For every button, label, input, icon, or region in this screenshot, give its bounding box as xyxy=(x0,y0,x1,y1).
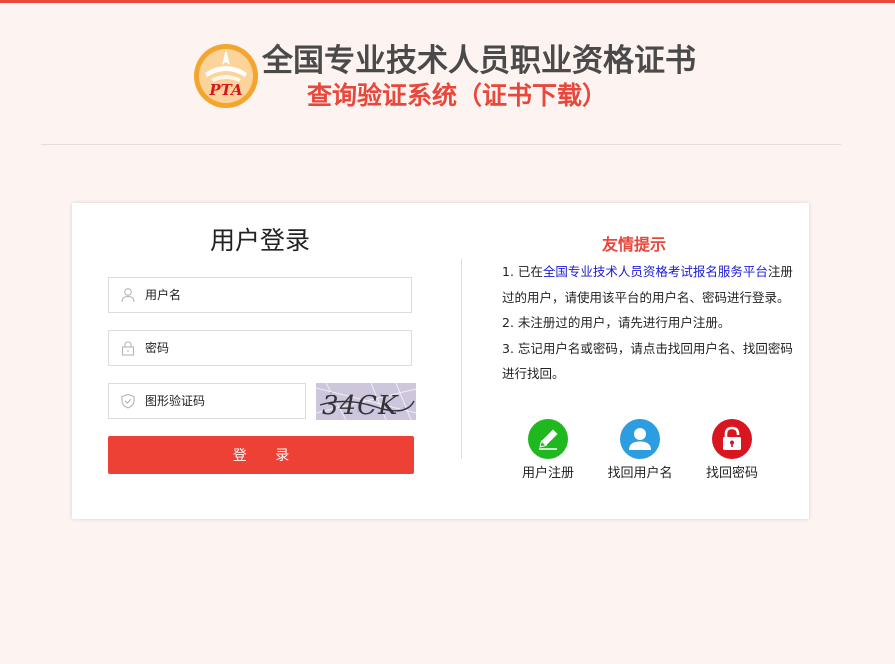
tips-content: 1. 已在全国专业技术人员资格考试报名服务平台注册过的用户，请使用该平台的用户名… xyxy=(502,259,794,387)
lock-icon xyxy=(712,419,752,459)
captcha-text: 34CK xyxy=(322,391,399,420)
page-header: PTA 全国专业技术人员职业资格证书 查询验证系统（证书下载） xyxy=(0,0,895,145)
pta-logo: PTA xyxy=(194,44,258,108)
tips-title: 友情提示 xyxy=(601,235,666,254)
login-button[interactable]: 登 录 xyxy=(108,436,414,474)
platform-link[interactable]: 全国专业技术人员资格考试报名服务平台 xyxy=(543,264,768,279)
shield-check-icon xyxy=(121,393,135,409)
recover-password-button[interactable]: 找回密码 xyxy=(687,419,777,481)
tip-1-prefix: 1. 已在 xyxy=(502,264,543,279)
header-divider xyxy=(41,144,841,145)
page-subtitle: 查询验证系统（证书下载） xyxy=(307,81,608,110)
login-title: 用户登录 xyxy=(210,226,311,255)
logo-text: PTA xyxy=(208,81,242,99)
captcha-field xyxy=(108,383,306,419)
tip-3: 3. 忘记用户名或密码，请点击找回用户名、找回密码进行找回。 xyxy=(502,340,793,382)
register-label: 用户注册 xyxy=(521,466,574,481)
login-card: 用户登录 34CK xyxy=(72,203,809,519)
captcha-image[interactable]: 34CK xyxy=(316,383,416,420)
password-field xyxy=(108,330,412,366)
recover-username-button[interactable]: 找回用户名 xyxy=(595,419,685,481)
recover-password-label: 找回密码 xyxy=(705,466,758,481)
password-input[interactable] xyxy=(145,331,405,365)
username-field xyxy=(108,277,412,313)
pencil-icon xyxy=(528,419,568,459)
username-input[interactable] xyxy=(145,278,405,312)
lock-outline-icon xyxy=(121,341,135,356)
card-divider xyxy=(461,259,462,459)
page-title: 全国专业技术人员职业资格证书 xyxy=(262,43,696,79)
register-button[interactable]: 用户注册 xyxy=(503,419,593,481)
captcha-input[interactable] xyxy=(145,384,295,418)
user-outline-icon xyxy=(121,288,135,303)
recover-username-label: 找回用户名 xyxy=(607,466,673,481)
tip-2: 2. 未注册过的用户，请先进行用户注册。 xyxy=(502,315,731,330)
user-icon xyxy=(620,419,660,459)
tip-1: 1. 已在全国专业技术人员资格考试报名服务平台注册过的用户，请使用该平台的用户名… xyxy=(502,259,794,310)
